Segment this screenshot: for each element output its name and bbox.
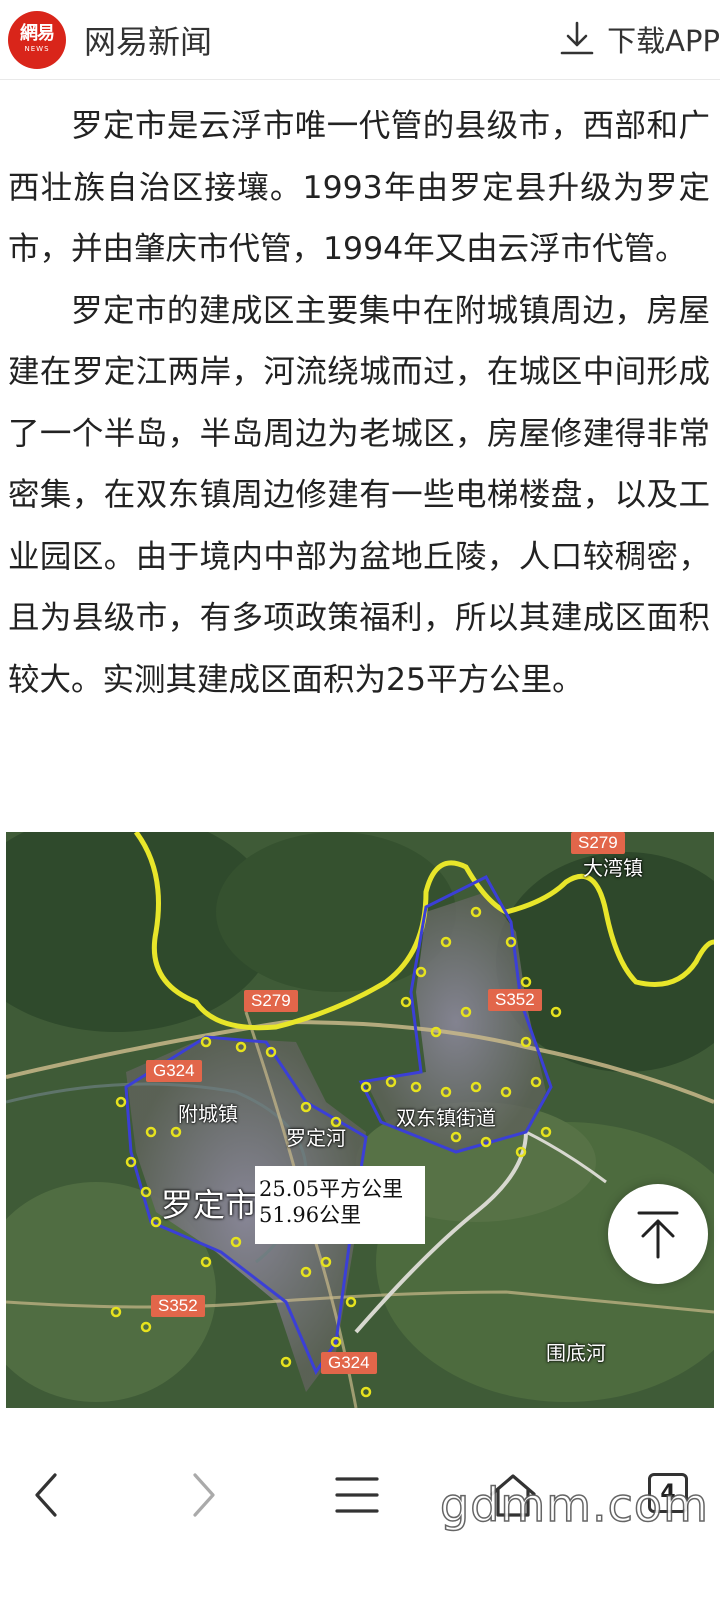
place-label-fucheng: 附城镇 xyxy=(178,1102,238,1126)
road-label-g324-bottom: G324 xyxy=(321,1352,377,1374)
back-button[interactable] xyxy=(12,1460,82,1530)
back-icon xyxy=(35,1473,57,1517)
place-label-river: 罗定河 xyxy=(286,1126,346,1150)
app-header: 網易 NEWS 网易新闻 下载APP xyxy=(0,0,720,80)
measurement-popup: 25.05平方公里 51.96公里 xyxy=(255,1166,425,1244)
road-label-s279-top: S279 xyxy=(571,832,625,854)
download-icon xyxy=(560,21,594,55)
article-body: 罗定市是云浮市唯一代管的县级市，西部和广西壮族自治区接壤。1993年由罗定县升级… xyxy=(8,96,710,711)
satellite-map-image[interactable]: S279 S279 S352 G324 S352 G324 大湾镇 附城镇 罗定… xyxy=(6,832,714,1408)
forward-button[interactable] xyxy=(168,1460,238,1530)
menu-icon xyxy=(335,1477,379,1513)
place-label-weidihe: 围底河 xyxy=(546,1341,606,1365)
article-paragraph: 罗定市的建成区主要集中在附城镇周边，房屋建在罗定江两岸，河流绕城而过，在城区中间… xyxy=(8,292,710,698)
arrow-up-icon xyxy=(637,1211,679,1259)
place-label-shuangdong: 双东镇街道 xyxy=(396,1106,496,1130)
place-label-dawan: 大湾镇 xyxy=(583,856,643,880)
road-label-s352-left: S352 xyxy=(151,1295,205,1317)
menu-button[interactable] xyxy=(322,1460,392,1530)
measurement-perimeter: 51.96公里 xyxy=(259,1203,362,1227)
back-to-top-button[interactable] xyxy=(608,1184,708,1284)
netease-logo[interactable]: 網易 NEWS xyxy=(8,10,66,69)
forward-icon xyxy=(193,1473,215,1517)
article-paragraph: 罗定市是云浮市唯一代管的县级市，西部和广西壮族自治区接壤。1993年由罗定县升级… xyxy=(8,108,710,267)
logo-subtext: NEWS xyxy=(24,45,50,53)
browser-bottom-bar: 4 gdmm.com xyxy=(0,1430,720,1600)
road-label-s279: S279 xyxy=(244,990,298,1012)
download-label: 下载APP xyxy=(607,24,720,58)
app-title: 网易新闻 xyxy=(84,22,213,61)
road-label-g324-top: G324 xyxy=(146,1060,202,1082)
measurement-area: 25.05平方公里 xyxy=(259,1177,404,1201)
place-label-luoding: 罗定市 xyxy=(161,1186,258,1224)
download-app-button[interactable]: 下载APP xyxy=(557,14,720,64)
map-graphic xyxy=(6,832,714,1408)
watermark-text: gdmm.com xyxy=(439,1477,709,1533)
road-label-s352-right: S352 xyxy=(488,989,542,1011)
logo-text: 網易 xyxy=(20,23,55,44)
